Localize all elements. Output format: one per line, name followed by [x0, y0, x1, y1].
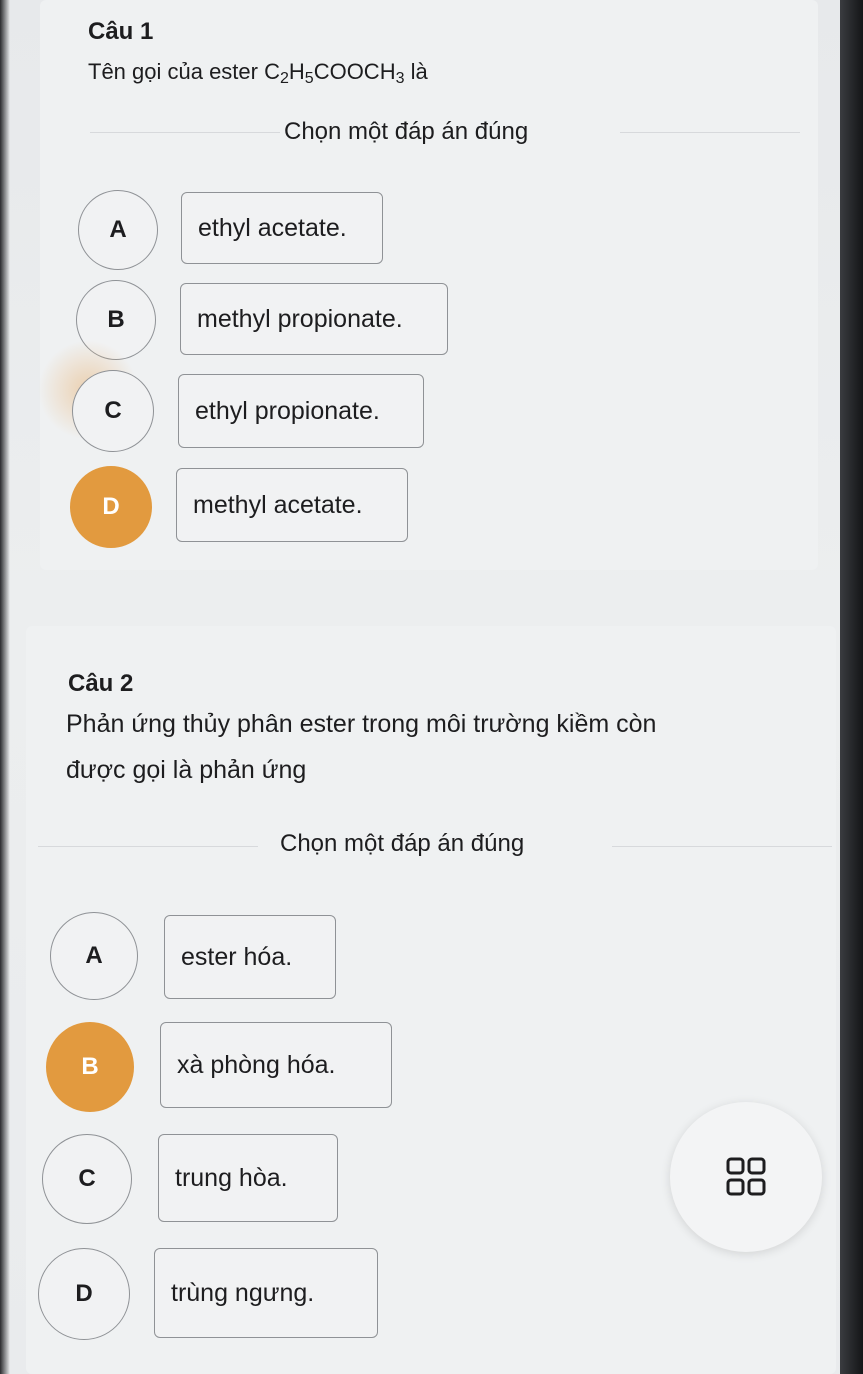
grid-icon	[726, 1157, 766, 1196]
option-letter[interactable]: C	[72, 370, 154, 452]
option-letter[interactable]: D	[38, 1248, 130, 1340]
quiz-screen: Câu 1 Tên gọi của ester C2H5COOCH3 là Ch…	[0, 0, 840, 1374]
option-letter-selected[interactable]: D	[70, 466, 152, 548]
option-answer[interactable]: trung hòa.	[158, 1134, 338, 1222]
question-1-title: Câu 1	[88, 18, 154, 45]
option-letter[interactable]: B	[76, 280, 156, 360]
option-answer[interactable]: methyl acetate.	[176, 468, 408, 542]
option-answer[interactable]: trùng ngưng.	[154, 1248, 378, 1338]
question-1-prompt: Chọn một đáp án đúng	[284, 118, 529, 145]
option-answer[interactable]: ethyl propionate.	[178, 374, 424, 448]
device-bezel-right	[840, 0, 863, 1374]
option-answer[interactable]: ester hóa.	[164, 915, 336, 999]
option-letter[interactable]: A	[78, 190, 158, 270]
option-answer[interactable]: methyl propionate.	[180, 283, 448, 355]
question-grid-button[interactable]	[670, 1102, 822, 1252]
option-letter[interactable]: C	[42, 1134, 132, 1224]
option-letter-selected[interactable]: B	[46, 1022, 134, 1112]
question-2-text-line-1: Phản ứng thủy phân ester trong môi trườn…	[66, 710, 657, 738]
option-answer[interactable]: ethyl acetate.	[181, 192, 383, 264]
question-1-text: Tên gọi của ester C2H5COOCH3 là	[88, 59, 428, 87]
question-2-prompt: Chọn một đáp án đúng	[280, 830, 525, 857]
option-answer[interactable]: xà phòng hóa.	[160, 1022, 392, 1108]
question-2-title: Câu 2	[68, 670, 134, 697]
question-2-text-line-2: được gọi là phản ứng	[66, 756, 307, 784]
option-letter[interactable]: A	[50, 912, 138, 1000]
